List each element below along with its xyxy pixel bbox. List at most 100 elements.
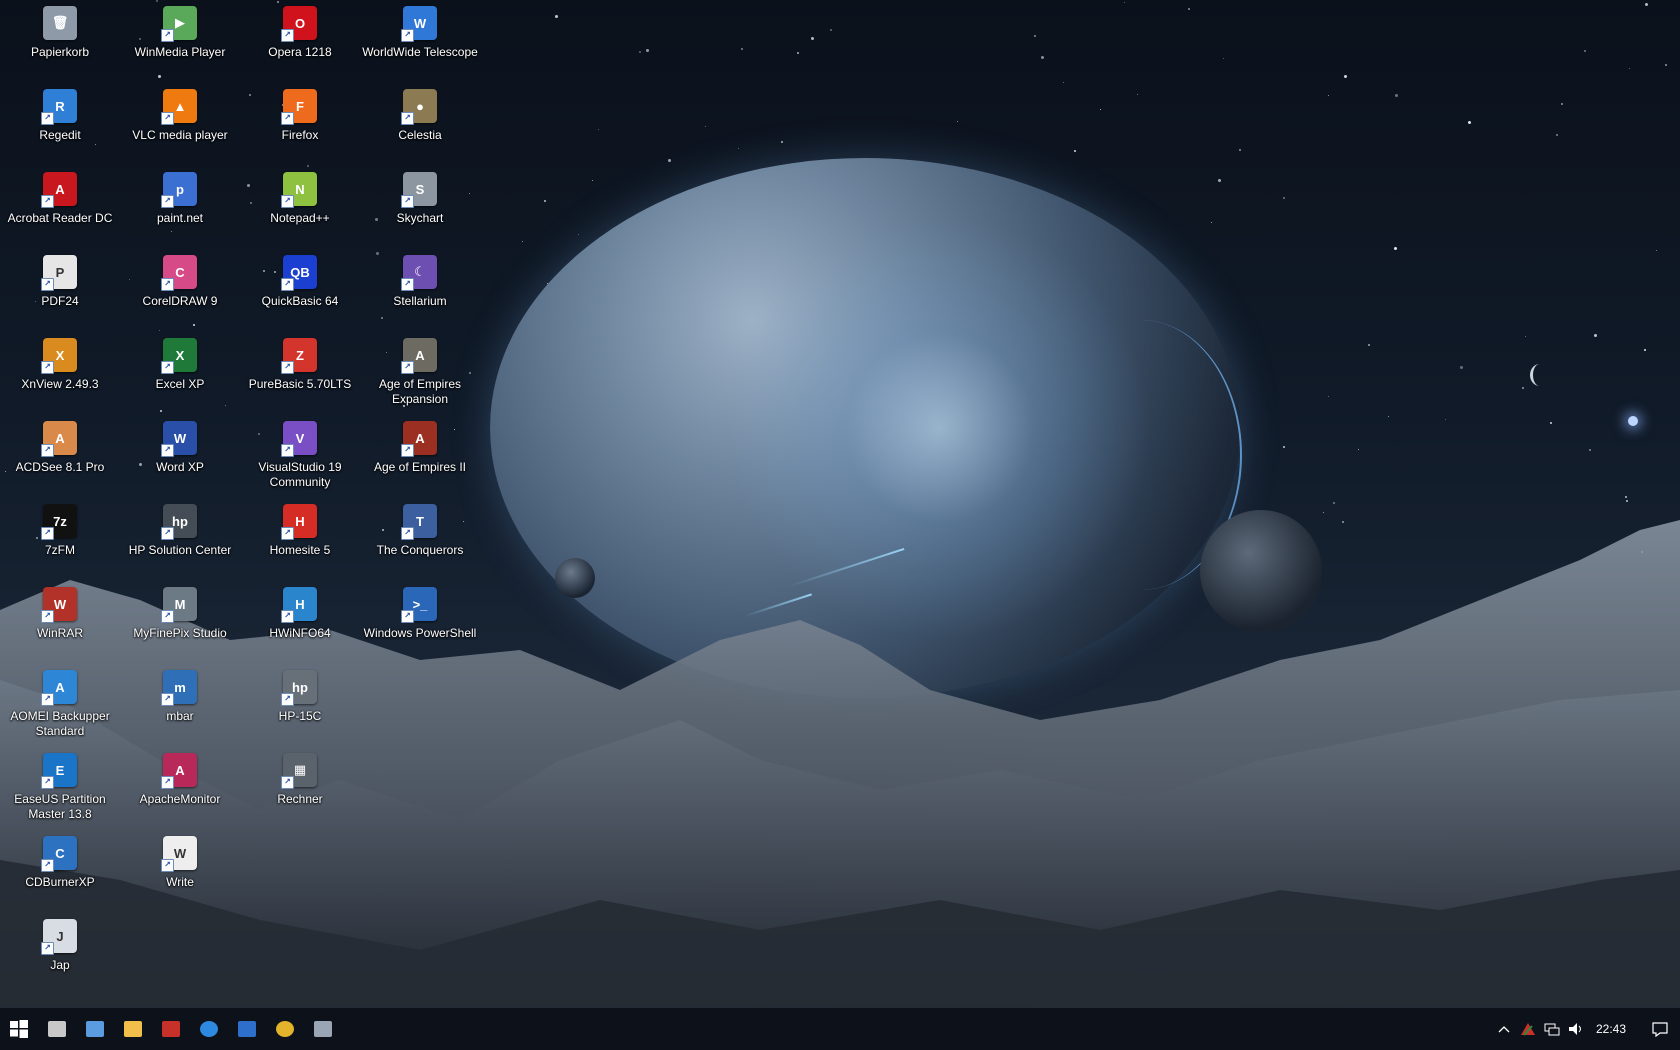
desktop-icon[interactable]: C ↗ CDBurnerXP xyxy=(0,836,120,890)
desktop-icon-label: Opera 1218 xyxy=(268,45,332,59)
app-icon: W ↗ xyxy=(41,587,77,623)
desktop-icon[interactable]: Z ↗ PureBasic 5.70LTS xyxy=(240,338,360,392)
network-icon[interactable] xyxy=(1540,1008,1564,1050)
taskbar-pdf-icon[interactable] xyxy=(152,1008,190,1050)
windows-logo-icon xyxy=(10,1020,28,1038)
desktop-icon[interactable]: C ↗ CorelDRAW 9 xyxy=(120,255,240,309)
desktop-icon-label: Rechner xyxy=(277,792,323,806)
desktop-icon-label: PureBasic 5.70LTS xyxy=(248,377,352,391)
desktop-icon[interactable]: P ↗ PDF24 xyxy=(0,255,120,309)
desktop-icon[interactable]: N ↗ Notepad++ xyxy=(240,172,360,226)
desktop-icon-label: Firefox xyxy=(281,128,319,142)
shortcut-arrow-icon: ↗ xyxy=(281,361,294,374)
desktop-icon[interactable]: W ↗ WorldWide Telescope xyxy=(360,6,480,60)
tray-app-icon[interactable] xyxy=(1516,1008,1540,1050)
app-icon: E ↗ xyxy=(41,753,77,789)
shortcut-arrow-icon: ↗ xyxy=(161,195,174,208)
desktop-icon-label: ACDSee 8.1 Pro xyxy=(15,460,105,474)
desktop-icon[interactable]: F ↗ Firefox xyxy=(240,89,360,143)
app-icon: T ↗ xyxy=(401,504,437,540)
shortcut-arrow-icon: ↗ xyxy=(41,361,54,374)
desktop-icon-label: ApacheMonitor xyxy=(139,792,221,806)
shortcut-arrow-icon: ↗ xyxy=(401,195,414,208)
desktop-icon[interactable]: m ↗ mbar xyxy=(120,670,240,724)
desktop-icon[interactable]: W ↗ WinRAR xyxy=(0,587,120,641)
desktop-icon[interactable]: A ↗ Age of Empires II xyxy=(360,421,480,475)
app-icon: hp ↗ xyxy=(281,670,317,706)
taskbar-explorer-icon[interactable] xyxy=(114,1008,152,1050)
edge-icon xyxy=(200,1021,218,1037)
shortcut-arrow-icon: ↗ xyxy=(401,527,414,540)
desktop-icon[interactable]: ☾ ↗ Stellarium xyxy=(360,255,480,309)
taskbar-start-button[interactable] xyxy=(0,1008,38,1050)
desktop-icon[interactable]: S ↗ Skychart xyxy=(360,172,480,226)
notification-icon[interactable] xyxy=(1640,1008,1680,1050)
desktop-icon[interactable]: 7z ↗ 7zFM xyxy=(0,504,120,558)
shortcut-arrow-icon: ↗ xyxy=(161,361,174,374)
desktop-icon[interactable]: X ↗ XnView 2.49.3 xyxy=(0,338,120,392)
desktop-icon[interactable]: H ↗ HWiNFO64 xyxy=(240,587,360,641)
app-icon: F ↗ xyxy=(281,89,317,125)
taskbar-tool-icon[interactable] xyxy=(304,1008,342,1050)
desktop-icon-label: VisualStudio 19 Community xyxy=(258,460,342,489)
desktop-icon-label: MyFinePix Studio xyxy=(133,626,227,640)
chevron-up-icon[interactable] xyxy=(1492,1008,1516,1050)
desktop-icon[interactable]: E ↗ EaseUS Partition Master 13.8 xyxy=(0,753,120,822)
desktop-icon[interactable]: A ↗ ACDSee 8.1 Pro xyxy=(0,421,120,475)
desktop-icon[interactable]: hp ↗ HP-15C xyxy=(240,670,360,724)
volume-icon[interactable] xyxy=(1564,1008,1588,1050)
shortcut-arrow-icon: ↗ xyxy=(281,776,294,789)
desktop-icon[interactable]: A ↗ Age of Empires Expansion xyxy=(360,338,480,407)
desktop-icon[interactable]: ▲ ↗ VLC media player xyxy=(120,89,240,143)
desktop-icon[interactable]: W ↗ Write xyxy=(120,836,240,890)
desktop-icon[interactable]: V ↗ VisualStudio 19 Community xyxy=(240,421,360,490)
desktop-icon[interactable]: A ↗ Acrobat Reader DC xyxy=(0,172,120,226)
desktop-icon[interactable]: R ↗ Regedit xyxy=(0,89,120,143)
shortcut-arrow-icon: ↗ xyxy=(161,527,174,540)
taskbar-window-icon[interactable] xyxy=(76,1008,114,1050)
app-icon: H ↗ xyxy=(281,504,317,540)
desktop-icon[interactable]: T ↗ The Conquerors xyxy=(360,504,480,558)
shortcut-arrow-icon: ↗ xyxy=(161,776,174,789)
shortcut-arrow-icon: ↗ xyxy=(41,112,54,125)
app-icon: C ↗ xyxy=(161,255,197,291)
desktop-icon[interactable]: QB ↗ QuickBasic 64 xyxy=(240,255,360,309)
shortcut-arrow-icon: ↗ xyxy=(401,278,414,291)
desktop-icon[interactable]: W ↗ Word XP xyxy=(120,421,240,475)
desktop-icon[interactable]: ▶ ↗ WinMedia Player xyxy=(120,6,240,60)
desktop-icon[interactable]: O ↗ Opera 1218 xyxy=(240,6,360,60)
shortcut-arrow-icon: ↗ xyxy=(401,29,414,42)
app-icon: S ↗ xyxy=(401,172,437,208)
shortcut-arrow-icon: ↗ xyxy=(41,859,54,872)
app-icon: X ↗ xyxy=(41,338,77,374)
desktop-icon[interactable]: H ↗ Homesite 5 xyxy=(240,504,360,558)
desktop-icon-label: Age of Empires Expansion xyxy=(378,377,462,406)
desktop-icon[interactable]: >_ ↗ Windows PowerShell xyxy=(360,587,480,641)
taskbar-cmd-icon[interactable] xyxy=(38,1008,76,1050)
desktop-icon[interactable]: p ↗ paint.net xyxy=(120,172,240,226)
shortcut-arrow-icon: ↗ xyxy=(281,29,294,42)
desktop-icon-label: Skychart xyxy=(396,211,444,225)
desktop-icon[interactable]: J ↗ Jap xyxy=(0,919,120,973)
desktop-icon[interactable]: ▦ ↗ Rechner xyxy=(240,753,360,807)
desktop-icon[interactable]: 🗑 Papierkorb xyxy=(0,6,120,60)
taskbar-chrome-icon[interactable] xyxy=(266,1008,304,1050)
desktop-icon[interactable]: hp ↗ HP Solution Center xyxy=(120,504,240,558)
shortcut-arrow-icon: ↗ xyxy=(41,444,54,457)
desktop-icon[interactable]: X ↗ Excel XP xyxy=(120,338,240,392)
clock[interactable]: 22:43 xyxy=(1588,1022,1640,1036)
desktop-icon[interactable]: M ↗ MyFinePix Studio xyxy=(120,587,240,641)
app-icon: W ↗ xyxy=(161,836,197,872)
taskbar-outlook-icon[interactable] xyxy=(228,1008,266,1050)
desktop-icon[interactable]: ● ↗ Celestia xyxy=(360,89,480,143)
taskbar-edge-icon[interactable] xyxy=(190,1008,228,1050)
desktop-icon[interactable]: A ↗ AOMEI Backupper Standard xyxy=(0,670,120,739)
shortcut-arrow-icon: ↗ xyxy=(41,942,54,955)
shortcut-arrow-icon: ↗ xyxy=(281,444,294,457)
app-icon: hp ↗ xyxy=(161,504,197,540)
shortcut-arrow-icon: ↗ xyxy=(161,610,174,623)
app-icon: M ↗ xyxy=(161,587,197,623)
desktop-icon[interactable]: A ↗ ApacheMonitor xyxy=(120,753,240,807)
desktop-icon-label: The Conquerors xyxy=(376,543,464,557)
desktop[interactable]: 🗑 Papierkorb R ↗ Regedit A ↗ Acrobat Reader DC P… xyxy=(0,0,1680,1008)
